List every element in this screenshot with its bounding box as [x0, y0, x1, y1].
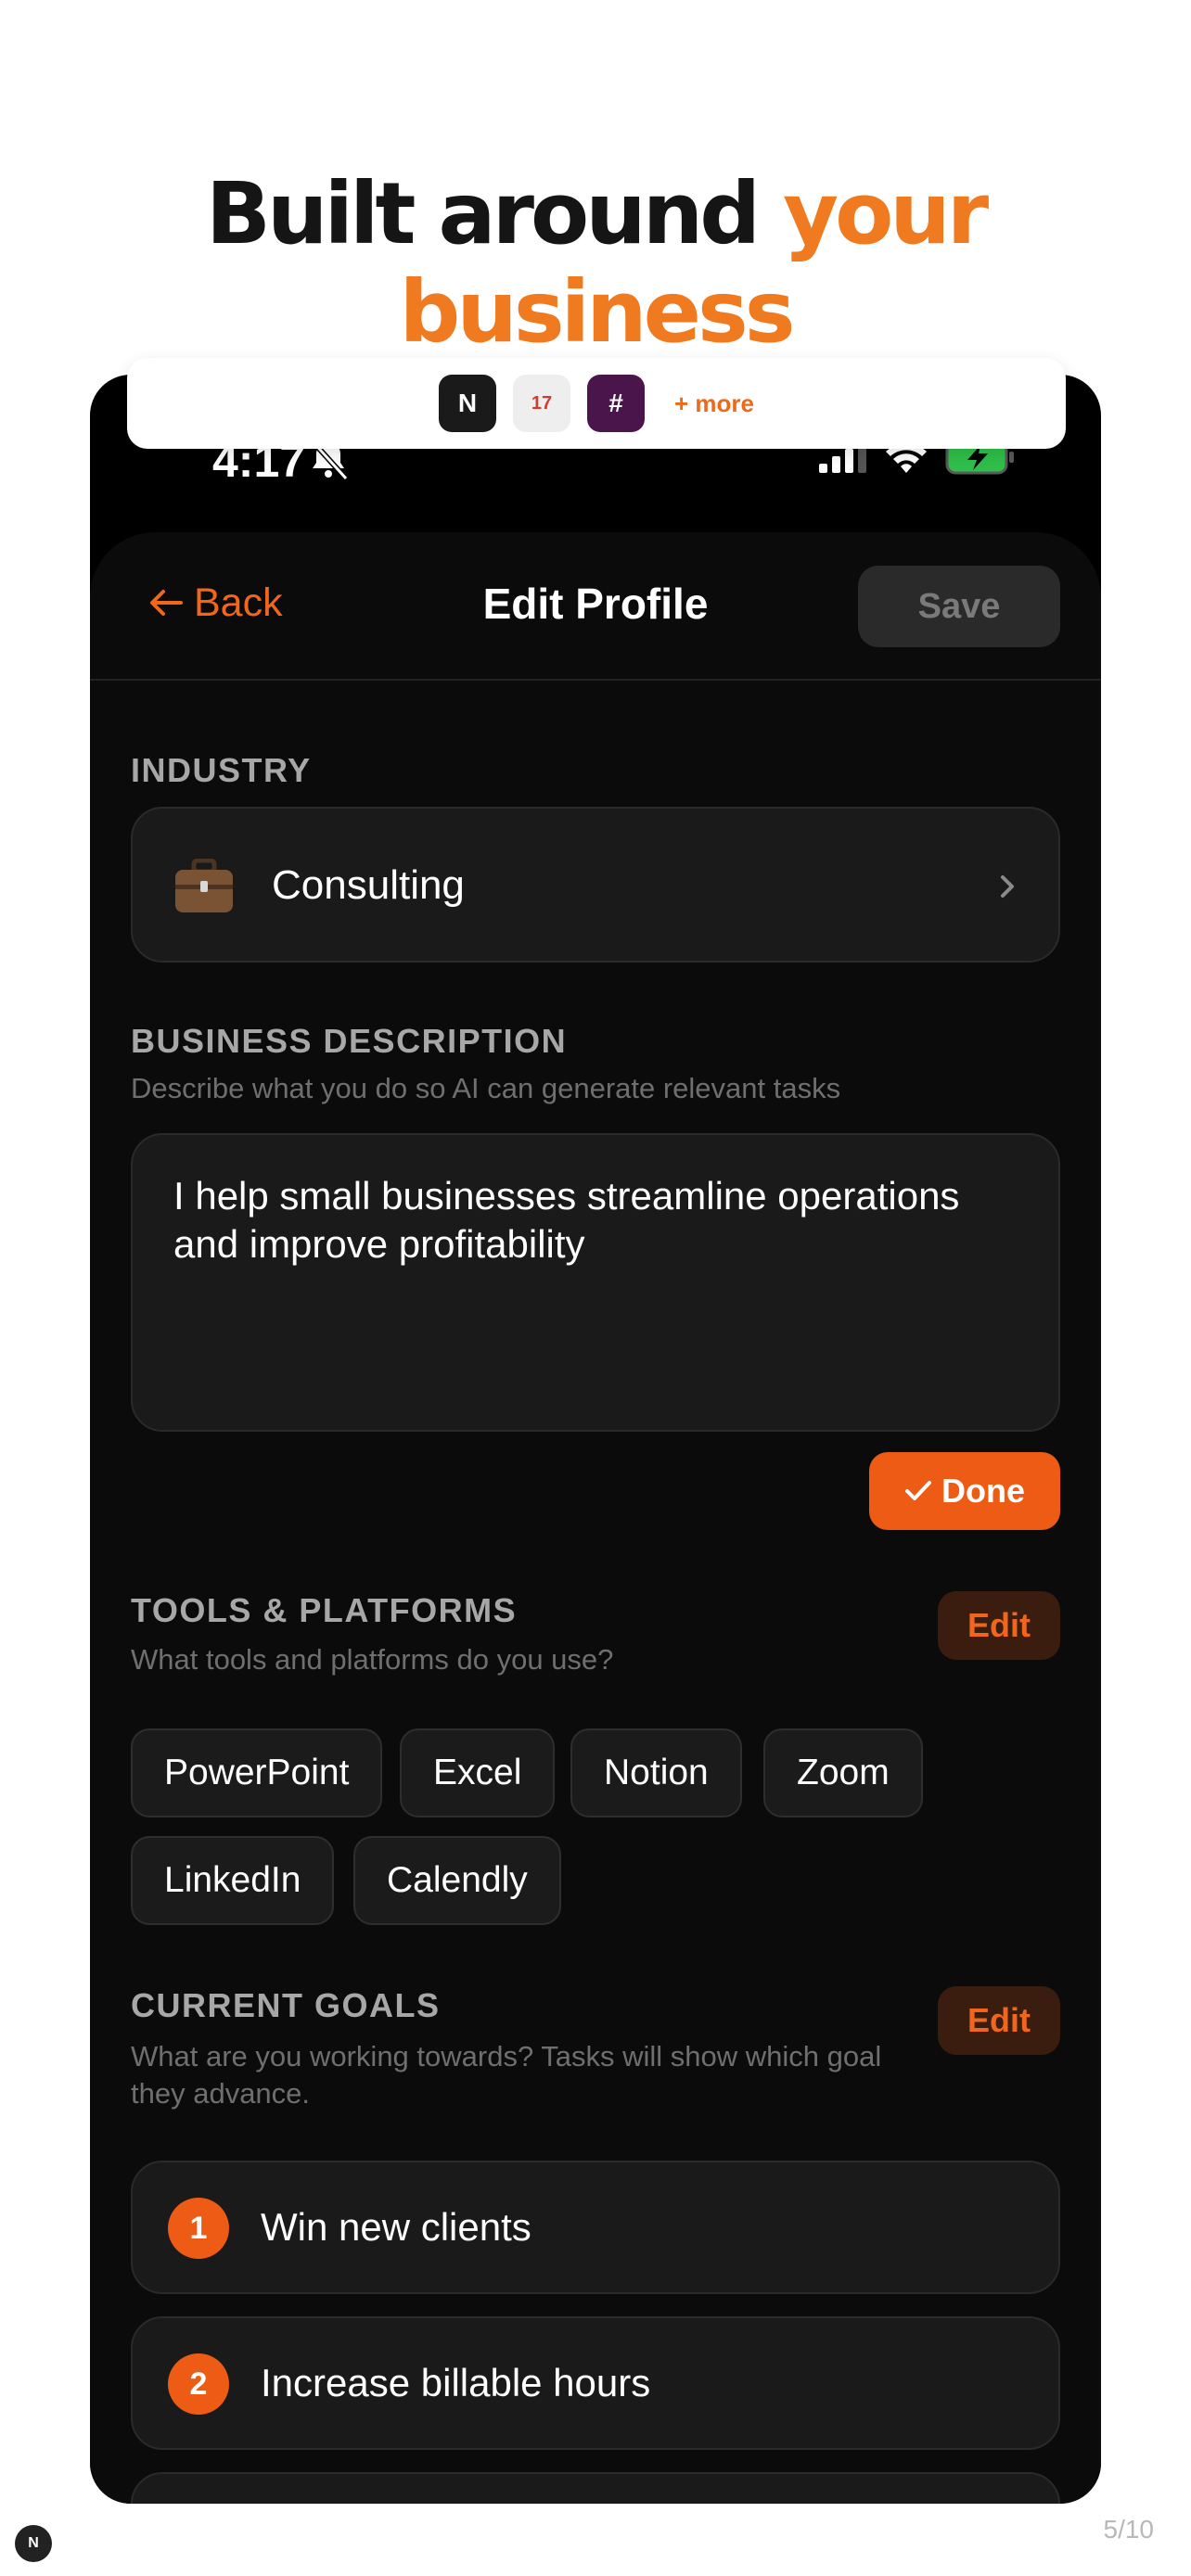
goal-number-badge: 2: [168, 2353, 229, 2415]
business-description-subtitle: Describe what you do so AI can generate …: [131, 1072, 841, 1104]
goals-section-subtitle: What are you working towards? Tasks will…: [131, 2040, 882, 2110]
nav-bar: Back Edit Profile Save: [90, 532, 1101, 681]
more-integrations-link[interactable]: + more: [674, 389, 754, 418]
goal-text: Increase billable hours: [261, 2361, 651, 2404]
goal-item[interactable]: 2 Increase billable hours: [131, 2316, 1060, 2450]
headline-line-1: Built around your: [0, 165, 1191, 263]
goals-section-label: CURRENT GOALS: [131, 1986, 441, 2024]
tool-chip[interactable]: Zoom: [763, 1728, 923, 1817]
headline-line-2: business: [399, 262, 795, 362]
integrations-strip: N 17 # + more: [127, 358, 1066, 449]
tool-chip[interactable]: Notion: [570, 1728, 742, 1817]
phone-frame: 4:17 Back Edit Profile Save INDUSTRY Con…: [90, 375, 1101, 2504]
goal-number-badge: 1: [168, 2198, 229, 2259]
goal-item[interactable]: 1 Win new clients: [131, 2161, 1060, 2294]
goals-edit-button[interactable]: Edit: [938, 1986, 1060, 2055]
tool-chip[interactable]: PowerPoint: [131, 1728, 383, 1817]
industry-selector[interactable]: Consulting: [131, 807, 1060, 963]
headline: Built around your business: [0, 165, 1191, 362]
tool-chip[interactable]: LinkedIn: [131, 1836, 335, 1925]
tools-section-subtitle: What tools and platforms do you use?: [131, 1643, 614, 1676]
save-button[interactable]: Save: [858, 566, 1060, 647]
done-button[interactable]: Done: [869, 1452, 1060, 1530]
business-description-text: I help small businesses streamline opera…: [173, 1174, 960, 1266]
done-button-label: Done: [941, 1472, 1025, 1510]
chevron-right-icon: [1001, 875, 1014, 898]
notion-app-icon: N: [439, 375, 496, 432]
page-indicator: 5/10: [1103, 2515, 1155, 2544]
headline-accent-text: your: [783, 164, 989, 263]
business-description-label: BUSINESS DESCRIPTION: [131, 1022, 568, 1060]
industry-section-label: INDUSTRY: [131, 751, 312, 789]
calendar-app-icon: 17: [513, 375, 570, 432]
industry-value: Consulting: [272, 862, 465, 908]
goal-text: Win new clients: [261, 2205, 531, 2249]
edit-profile-screen: Back Edit Profile Save INDUSTRY Consulti…: [90, 532, 1101, 2504]
app-logo-icon: N: [15, 2525, 52, 2562]
tools-edit-button[interactable]: Edit: [938, 1591, 1060, 1660]
tool-chip[interactable]: Calendly: [353, 1836, 561, 1925]
checkmark-icon: [905, 1481, 931, 1500]
tool-chip[interactable]: Excel: [400, 1728, 556, 1817]
headline-dark-text: Built around: [205, 164, 784, 263]
slack-app-icon: #: [587, 375, 645, 432]
business-description-textarea[interactable]: I help small businesses streamline opera…: [131, 1133, 1060, 1432]
tools-section-label: TOOLS & PLATFORMS: [131, 1591, 518, 1629]
briefcase-icon: [175, 859, 233, 912]
goal-item-partial[interactable]: [131, 2472, 1060, 2504]
